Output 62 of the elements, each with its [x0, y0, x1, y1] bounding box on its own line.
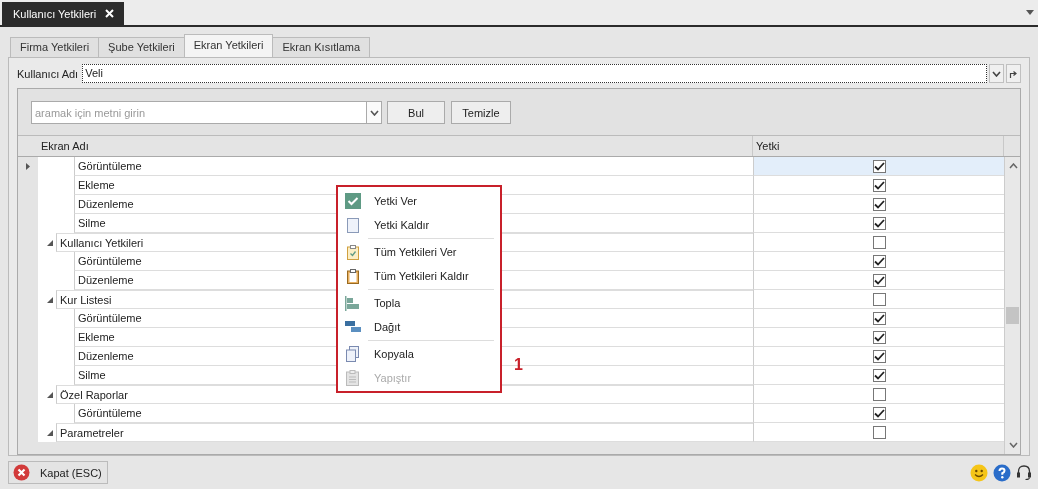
menu-item[interactable]: Dağıt: [338, 315, 500, 339]
tab[interactable]: Şube Yetkileri: [98, 37, 185, 57]
document-tab[interactable]: Kullanıcı Yetkileri: [2, 2, 124, 25]
expanded-triangle-icon[interactable]: [47, 240, 53, 246]
checkbox[interactable]: [872, 159, 886, 173]
checkbox[interactable]: [872, 330, 886, 344]
clear-button[interactable]: Temizle: [451, 101, 511, 124]
tab[interactable]: Firma Yetkileri: [10, 37, 100, 57]
checkbox[interactable]: [872, 216, 886, 230]
checkbox[interactable]: [872, 349, 886, 363]
expanded-triangle-icon[interactable]: [47, 392, 53, 398]
arrow-icon: [1009, 69, 1018, 78]
checkbox[interactable]: [872, 254, 886, 268]
expanded-triangle-icon[interactable]: [47, 430, 53, 436]
page-icon: [344, 217, 361, 233]
checkbox[interactable]: [872, 292, 886, 306]
vertical-scrollbar[interactable]: [1004, 157, 1020, 454]
close-button[interactable]: Kapat (ESC): [8, 461, 108, 484]
checkbox[interactable]: [872, 197, 886, 211]
column-header[interactable]: Ekran Adı: [38, 136, 753, 156]
chevron-down-icon[interactable]: [1009, 442, 1018, 448]
checkbox[interactable]: [872, 406, 886, 420]
tree-node-label[interactable]: Parametreler: [56, 423, 753, 442]
row-indicator-icon: [26, 163, 30, 170]
dropdown-button[interactable]: [367, 101, 382, 124]
align-left-icon: [344, 295, 361, 311]
checkbox[interactable]: [872, 368, 886, 382]
check-icon: [344, 193, 361, 209]
clipboard-check-icon: [344, 244, 361, 260]
find-button[interactable]: Bul: [387, 101, 445, 124]
paste-icon: [344, 370, 361, 386]
tab[interactable]: Ekran Kısıtlama: [272, 37, 371, 57]
clipboard-icon: [344, 268, 361, 284]
dropdown-arrow-icon[interactable]: [1026, 10, 1034, 15]
dropdown-button[interactable]: [989, 64, 1004, 83]
scrollbar-thumb[interactable]: [1006, 307, 1019, 324]
checkbox[interactable]: [872, 235, 886, 249]
checkbox[interactable]: [872, 178, 886, 192]
smiley-icon[interactable]: [970, 463, 988, 482]
menu-item[interactable]: Topla: [338, 291, 500, 315]
column-header[interactable]: Yetki: [753, 136, 1004, 156]
checkbox[interactable]: [872, 387, 886, 401]
open-link-button[interactable]: [1006, 64, 1021, 83]
expanded-triangle-icon[interactable]: [47, 297, 53, 303]
close-icon[interactable]: [105, 9, 115, 18]
menu-item[interactable]: Tüm Yetkileri Ver: [338, 240, 500, 264]
checkbox[interactable]: [872, 311, 886, 325]
chevron-down-icon: [992, 70, 1001, 77]
bars-icon: [344, 319, 361, 335]
menu-item[interactable]: Yetki Kaldır: [338, 213, 500, 237]
close-circle-icon: [13, 464, 30, 481]
chevron-up-icon[interactable]: [1009, 163, 1018, 169]
help-icon[interactable]: [993, 463, 1011, 482]
user-name-field[interactable]: Veli: [82, 64, 987, 83]
checkbox[interactable]: [872, 273, 886, 287]
menu-item[interactable]: Tüm Yetkileri Kaldır: [338, 264, 500, 288]
chevron-down-icon: [369, 109, 379, 116]
user-name-label: Kullanıcı Adı: [17, 67, 79, 80]
headset-icon[interactable]: [1016, 464, 1032, 481]
tab[interactable]: Ekran Yetkileri: [183, 34, 274, 57]
checkbox[interactable]: [872, 425, 886, 439]
copy-icon: [344, 346, 361, 362]
